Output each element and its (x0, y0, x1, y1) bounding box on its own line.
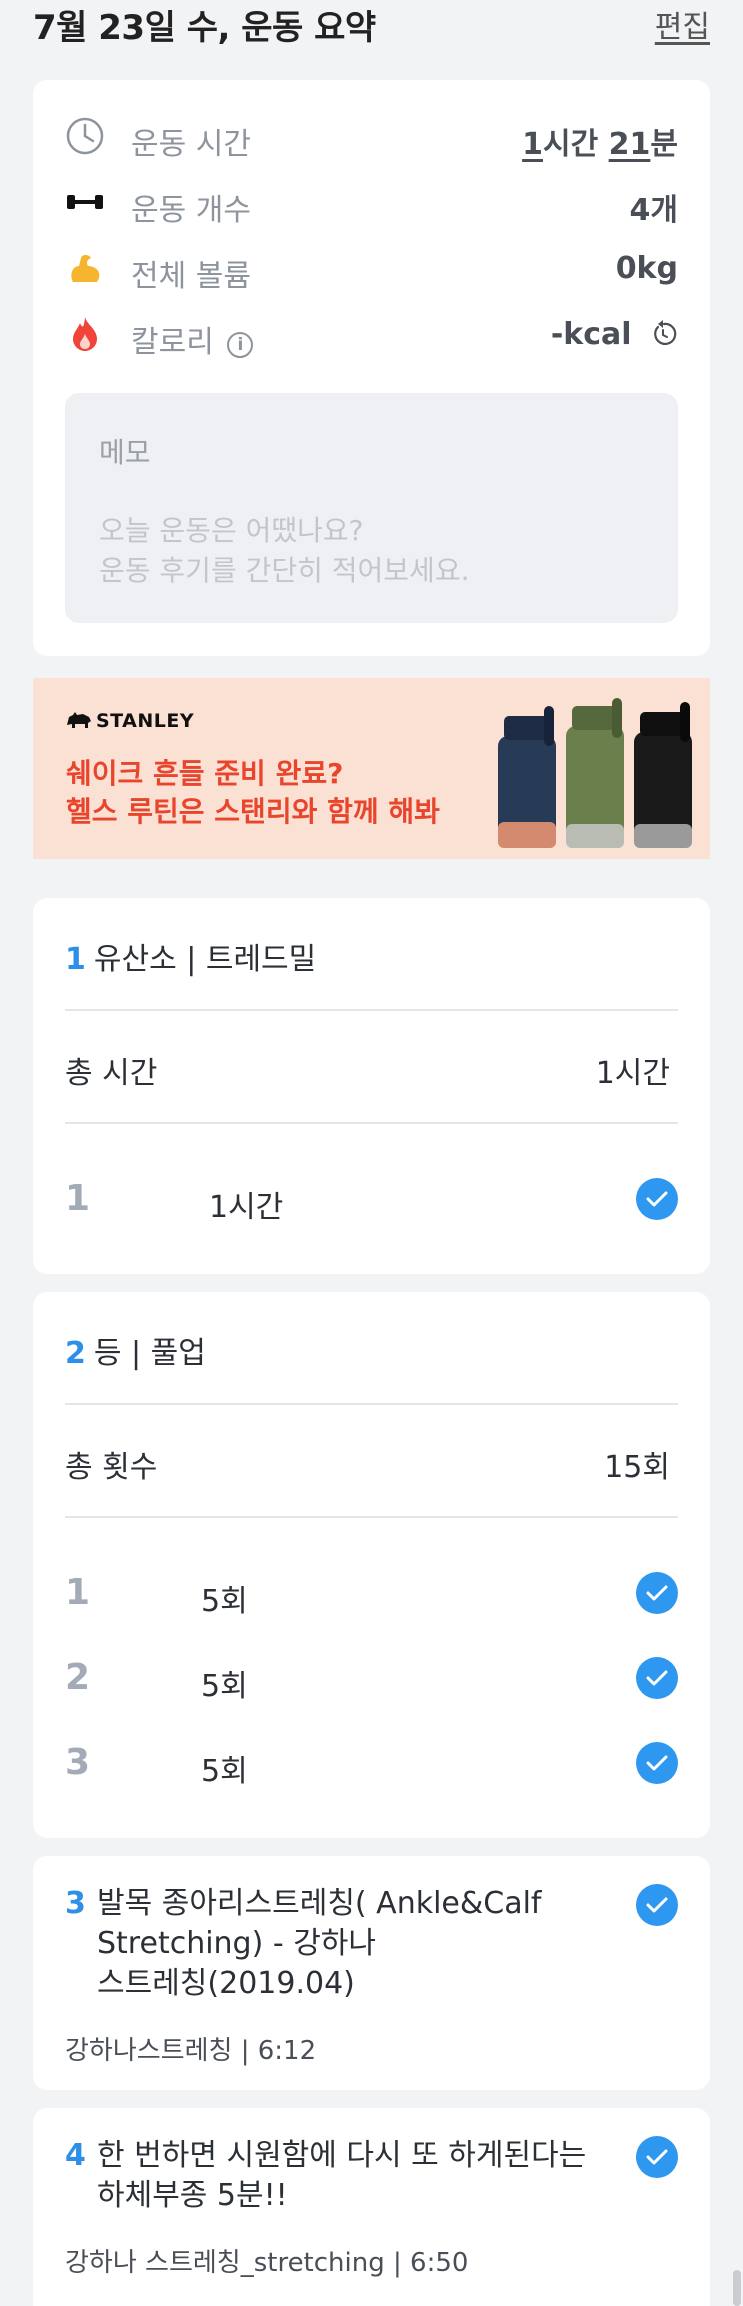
set-number: 1 (65, 1572, 91, 1613)
exercise-number: 2 (65, 1336, 86, 1371)
video-card[interactable]: 4 한 번하면 시원함에 다시 또 하게된다는 하체부종 5분!! 강하나 스트… (33, 2108, 710, 2306)
exercise-title: 1 유산소 | 트레드밀 (65, 934, 316, 978)
duration-value: 1시간 21분 (522, 119, 678, 163)
video-title-line: Stretching) - 강하나 (97, 1926, 377, 1961)
summary-header: 7월 23일 수, 운동 요약 편집 (33, 0, 710, 48)
video-number: 4 (65, 2138, 86, 2173)
bottles-image (498, 698, 692, 848)
set-value: 5회 (201, 1669, 248, 1704)
duration-row: 운동 시간 1시간 21분 (65, 116, 678, 162)
clock-icon (65, 116, 105, 156)
edit-button[interactable]: 편집 (655, 2, 710, 46)
video-card[interactable]: 3 발목 종아리스트레칭( Ankle&Calf Stretching) - 강… (33, 1856, 710, 2090)
check-icon[interactable] (636, 1884, 678, 1926)
check-icon[interactable] (636, 1742, 678, 1784)
stanley-banner[interactable]: STANLEY 쉐이크 흔들 준비 완료? 헬스 루틴은 스탠리와 함께 해봐 (33, 678, 710, 859)
check-icon[interactable] (636, 2136, 678, 2178)
exercise-name: 유산소 | 트레드밀 (93, 942, 317, 977)
duration-hours-unit: 시간 (542, 127, 609, 162)
calorie-row: 칼로리 i -kcal (65, 314, 678, 360)
info-icon[interactable]: i (227, 332, 254, 358)
exercise-count-value: 4개 (629, 193, 678, 228)
calorie-label-text: 칼로리 (131, 325, 214, 360)
exercise-number: 1 (65, 942, 86, 977)
set-number: 2 (65, 1657, 91, 1698)
check-icon[interactable] (636, 1572, 678, 1614)
duration-minutes: 21 (608, 127, 651, 162)
duration-minutes-unit: 분 (650, 127, 678, 162)
exercise-count-label: 운동 개수 (131, 193, 251, 228)
fire-icon (65, 314, 105, 354)
exercise-card[interactable]: 1 유산소 | 트레드밀 총 시간 1시간 1 1시간 (33, 898, 710, 1274)
page-title: 7월 23일 수, 운동 요약 (33, 8, 376, 48)
calorie-value-text: -kcal (550, 317, 632, 352)
divider (65, 1516, 678, 1518)
video-meta: 강하나 스트레칭_stretching | 6:50 (65, 2248, 469, 2278)
video-title: 4 한 번하면 시원함에 다시 또 하게된다는 하체부종 5분!! (65, 2136, 625, 2216)
video-title-line: 스트레칭(2019.04) (97, 1966, 355, 2001)
set-number: 1 (65, 1178, 91, 1219)
video-meta: 강하나스트레칭 | 6:12 (65, 2036, 317, 2066)
banner-line-1: 쉐이크 흔들 준비 완료? (66, 757, 344, 790)
volume-row: 전체 볼륨 0kg (65, 248, 678, 294)
banner-brand: STANLEY (66, 710, 194, 732)
volume-label: 전체 볼륨 (131, 259, 251, 294)
scrollbar[interactable] (733, 2270, 741, 2306)
duration-hours: 1 (522, 127, 543, 162)
exercise-name: 등 | 풀업 (93, 1336, 206, 1371)
memo-placeholder: 오늘 운동은 어땠나요? 운동 후기를 간단히 적어보세요. (99, 514, 470, 587)
check-icon[interactable] (636, 1178, 678, 1220)
flexed-arm-icon (65, 248, 105, 288)
total-value: 15회 (604, 1450, 670, 1485)
set-value: 5회 (201, 1754, 248, 1789)
volume-value: 0kg (615, 251, 678, 286)
divider (65, 1009, 678, 1011)
duration-label: 운동 시간 (131, 127, 251, 162)
bear-logo-icon (67, 712, 91, 728)
set-number: 3 (65, 1742, 91, 1783)
memo-title: 메모 (99, 436, 151, 469)
memo-field[interactable]: 메모 오늘 운동은 어땠나요? 운동 후기를 간단히 적어보세요. (65, 393, 678, 623)
video-title-line: 한 번하면 시원함에 다시 또 하게된다는 (97, 2138, 587, 2173)
video-title: 3 발목 종아리스트레칭( Ankle&Calf Stretching) - 강… (65, 1884, 585, 2004)
banner-line-2: 헬스 루틴은 스탠리와 함께 해봐 (66, 795, 440, 828)
calorie-value: -kcal (551, 317, 678, 356)
dumbbell-icon (65, 182, 105, 222)
set-row: 1 1시간 (65, 1178, 678, 1225)
set-row: 3 5회 (65, 1742, 678, 1789)
total-value: 1시간 (595, 1056, 670, 1091)
exercise-card[interactable]: 2등 | 풀업 총 횟수 15회 1 5회 2 5회 3 5회 (33, 1292, 710, 1838)
divider (65, 1403, 678, 1405)
exercise-title: 2등 | 풀업 (65, 1328, 206, 1372)
set-row: 2 5회 (65, 1657, 678, 1704)
video-title-line: 발목 종아리스트레칭( Ankle&Calf (97, 1886, 542, 1921)
video-title-line: 하체부종 5분!! (97, 2178, 288, 2213)
set-row: 1 5회 (65, 1572, 678, 1619)
divider (65, 1122, 678, 1124)
set-value: 5회 (201, 1584, 248, 1619)
banner-brand-text: STANLEY (96, 710, 195, 732)
check-icon[interactable] (636, 1657, 678, 1699)
total-label: 총 횟수 (65, 1450, 158, 1485)
set-value: 1시간 (209, 1190, 284, 1225)
refresh-icon[interactable] (650, 320, 678, 356)
calorie-label: 칼로리 i (131, 317, 254, 361)
total-label: 총 시간 (65, 1056, 158, 1091)
video-number: 3 (65, 1886, 86, 1921)
summary-card: 운동 시간 1시간 21분 운동 개수 4개 전체 볼륨 0kg 칼로리 i -… (33, 80, 710, 656)
exercise-count-row: 운동 개수 4개 (65, 182, 678, 228)
